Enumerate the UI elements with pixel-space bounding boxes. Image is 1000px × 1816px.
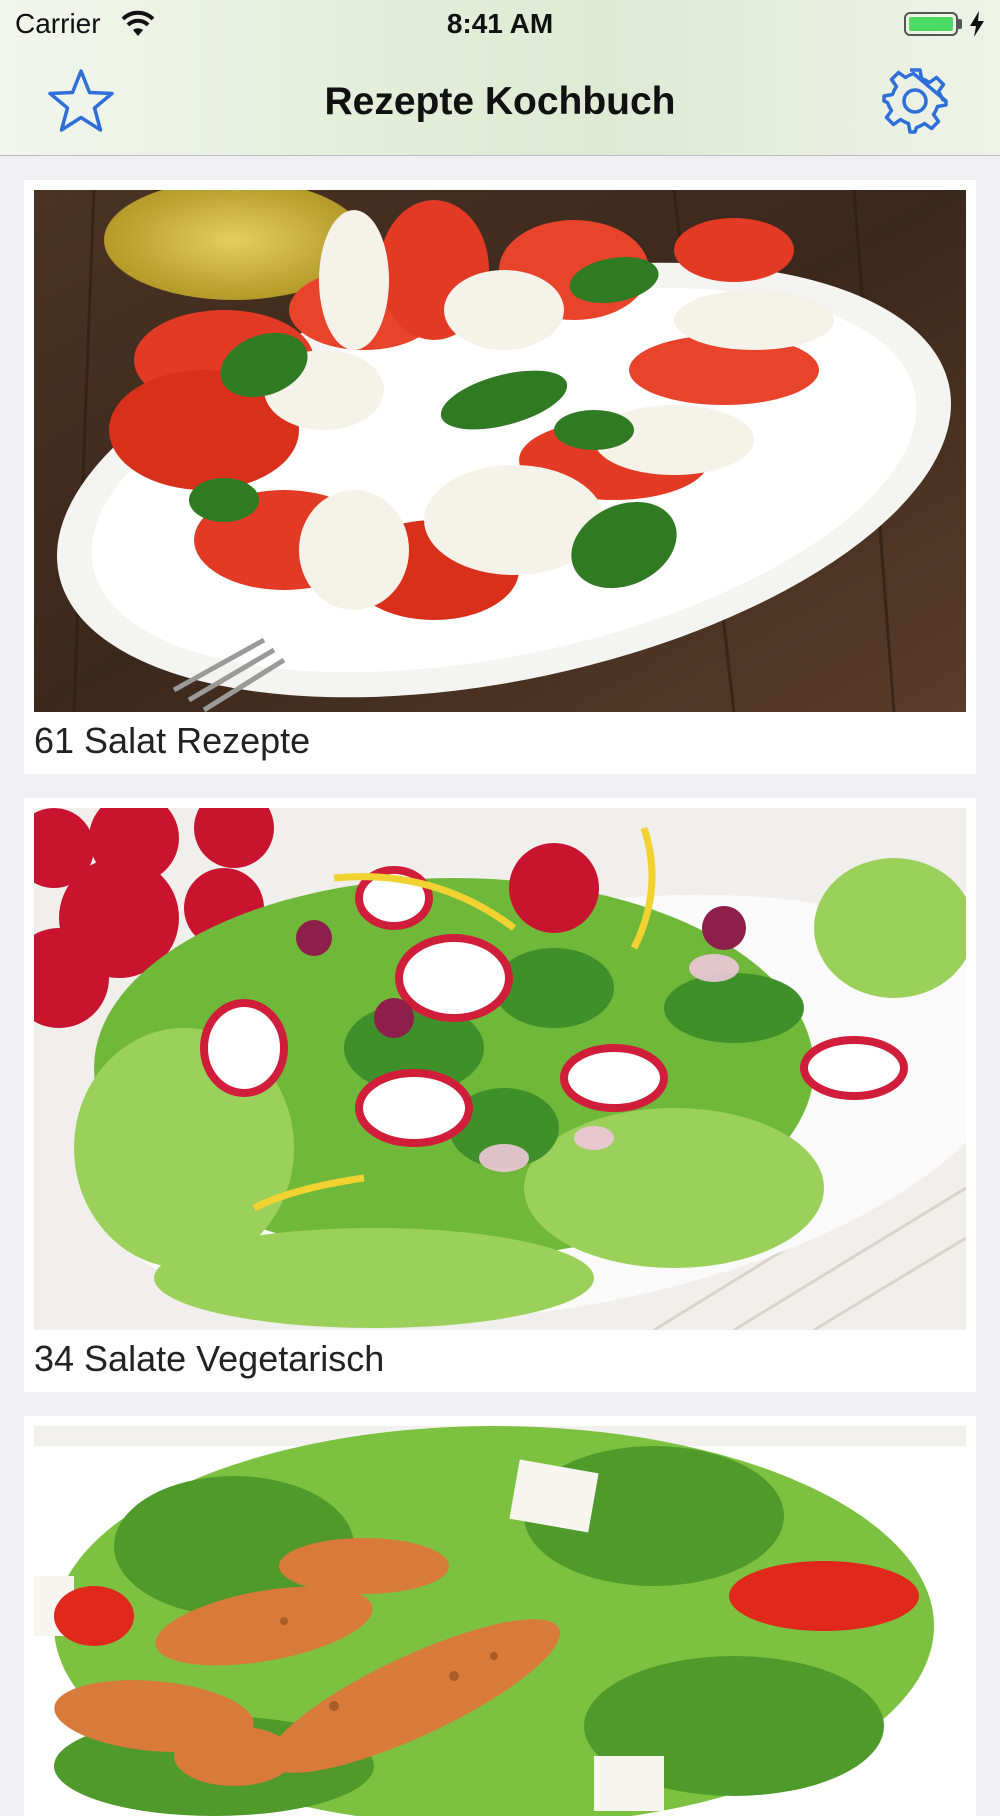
category-image <box>34 1426 966 1816</box>
navigation-bar: Carrier 8:41 AM Rezepte Kochbuch <box>0 0 1000 156</box>
status-bar: Carrier 8:41 AM <box>0 0 1000 50</box>
charging-bolt-icon <box>970 11 984 37</box>
category-image <box>34 190 966 712</box>
category-card[interactable] <box>24 1416 976 1816</box>
category-card[interactable]: 34 Salate Vegetarisch <box>24 798 976 1392</box>
gear-icon[interactable] <box>880 66 950 136</box>
status-time: 8:41 AM <box>446 8 554 39</box>
battery-icon <box>904 12 958 36</box>
battery-cap <box>958 19 962 29</box>
category-label: 34 Salate Vegetarisch <box>34 1338 385 1379</box>
category-card[interactable]: 61 Salat Rezepte <box>24 180 976 774</box>
page-title: Rezepte Kochbuch <box>324 80 676 123</box>
category-label: 61 Salat Rezepte <box>34 720 311 761</box>
category-image <box>34 808 966 1330</box>
